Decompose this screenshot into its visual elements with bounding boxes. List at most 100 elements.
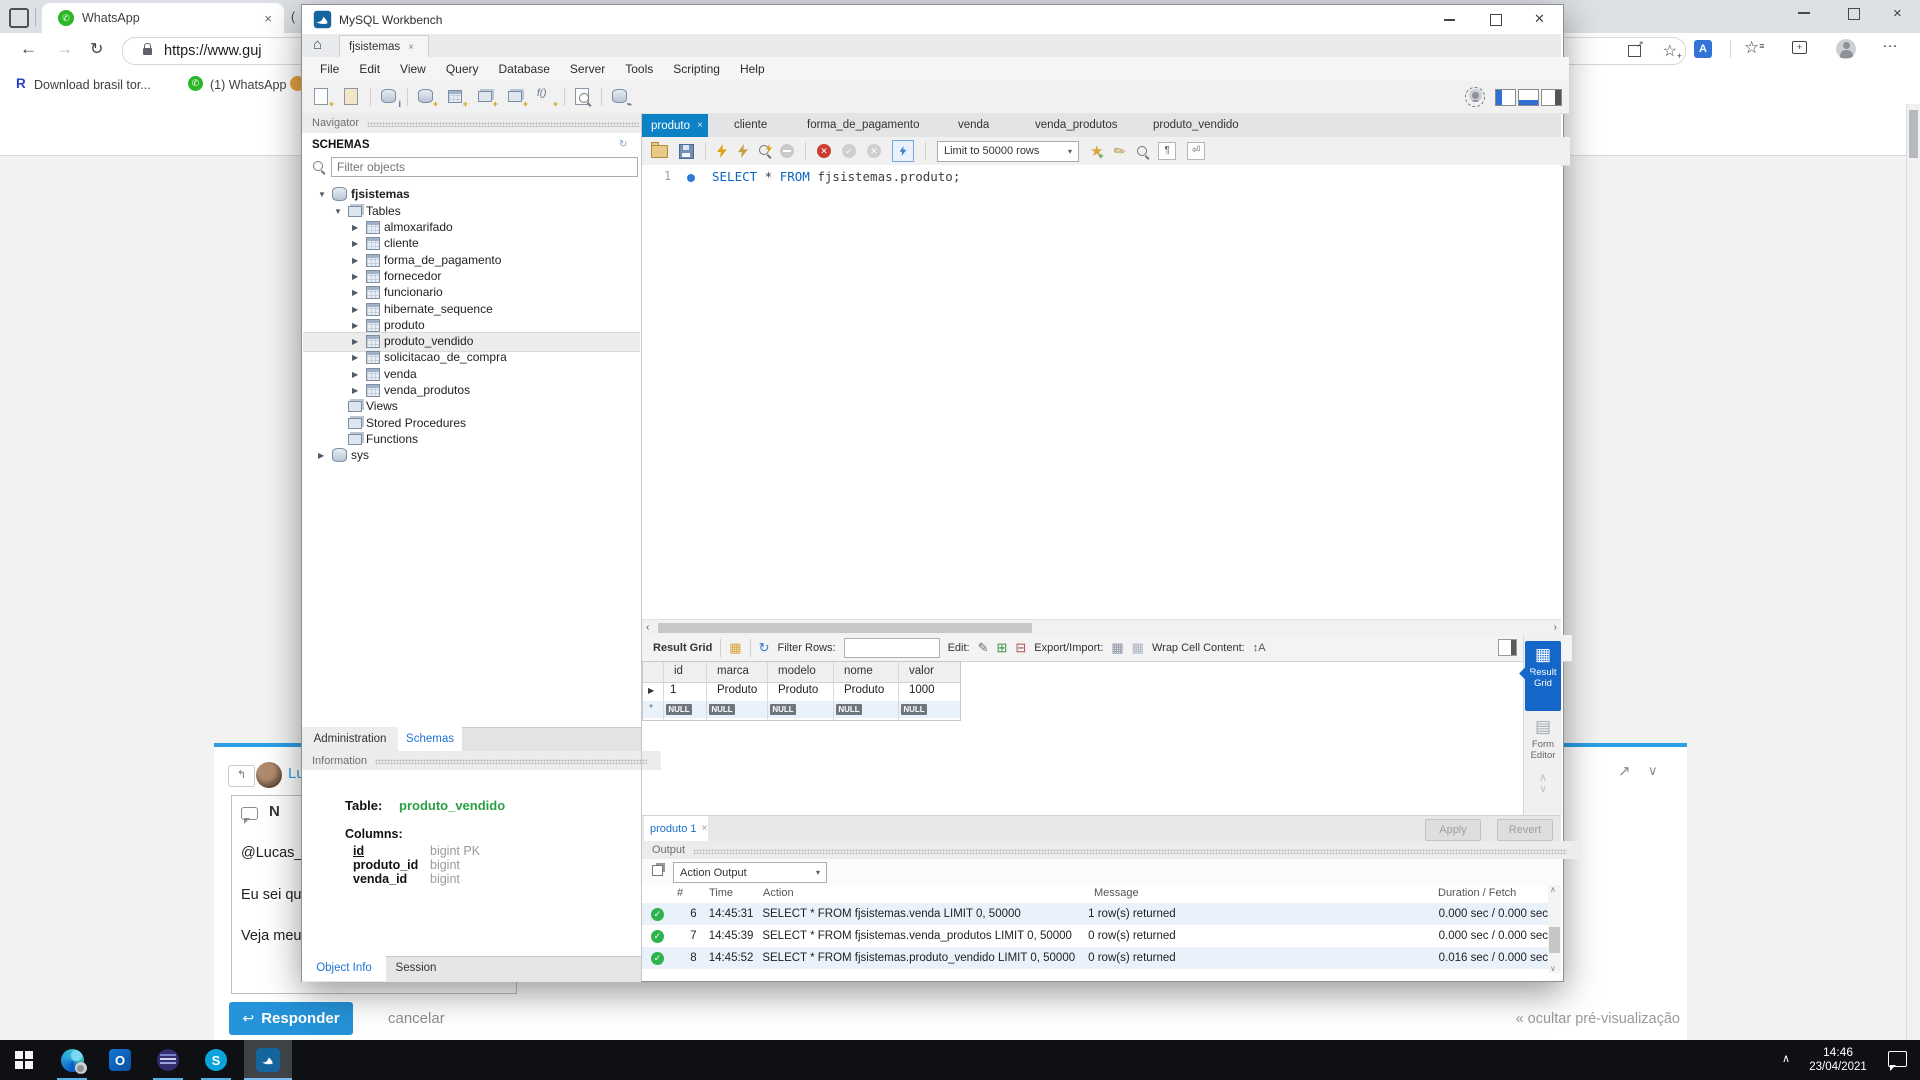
taskbar-outlook-button[interactable]: O: [96, 1040, 144, 1080]
tab-actions-icon[interactable]: [9, 8, 29, 28]
grid-new-row[interactable]: * NULL NULL NULL NULL NULL: [643, 701, 960, 718]
create-table-icon[interactable]: +: [444, 86, 468, 108]
form-editor-view-button[interactable]: ▤ Form Editor: [1525, 717, 1561, 761]
wb-minimize-icon[interactable]: [1444, 19, 1455, 21]
create-view-icon[interactable]: +: [474, 86, 498, 108]
back-icon[interactable]: ←: [20, 39, 37, 59]
tree-item-tables[interactable]: ▼ Tables: [334, 203, 401, 219]
tree-item-functions[interactable]: Functions: [348, 431, 418, 447]
connection-tab[interactable]: fjsistemas ×: [339, 35, 429, 58]
filter-objects-input[interactable]: [331, 157, 638, 177]
limit-rows-dropdown[interactable]: Limit to 50000 rows ▾: [937, 141, 1079, 162]
taskbar-clock[interactable]: 14:46 23/04/2021: [1798, 1045, 1878, 1075]
output-row[interactable]: ✓ 7 14:45:39 SELECT * FROM fjsistemas.ve…: [642, 925, 1548, 947]
query-tab[interactable]: cliente: [734, 119, 767, 131]
tree-item-table[interactable]: ▶venda_produtos: [352, 382, 470, 398]
execute-icon[interactable]: [717, 144, 727, 158]
export-icon[interactable]: ▦: [1111, 640, 1123, 656]
menu-tools[interactable]: Tools: [615, 62, 663, 76]
output-row[interactable]: ✓ 6 14:45:31 SELECT * FROM fjsistemas.ve…: [642, 903, 1548, 925]
browser-tab-whatsapp[interactable]: ✆ WhatsApp ×: [42, 3, 284, 33]
hscrollbar-thumb[interactable]: [658, 623, 1032, 633]
tab-administration[interactable]: Administration: [302, 727, 399, 751]
save-snippet-icon[interactable]: ★+: [1090, 142, 1103, 160]
scroll-up-icon[interactable]: ∧: [1550, 885, 1556, 894]
query-tab-close-icon[interactable]: ×: [697, 120, 703, 131]
grid-view-icon[interactable]: ▦: [729, 640, 741, 656]
sidebar-scroll-icons[interactable]: ∧∨: [1525, 773, 1561, 795]
revert-button[interactable]: Revert: [1497, 819, 1553, 841]
menu-scripting[interactable]: Scripting: [663, 62, 730, 76]
composer-bold-letter[interactable]: N: [269, 803, 280, 820]
schemas-refresh-icon[interactable]: ↻: [619, 139, 627, 150]
grid-col-header[interactable]: marca: [717, 665, 749, 677]
grid-col-header[interactable]: id: [674, 665, 683, 677]
output-col-time[interactable]: Time: [709, 887, 733, 899]
wb-title-bar[interactable]: [302, 5, 1561, 34]
hide-preview-link[interactable]: « ocultar pré-visualização: [1350, 1011, 1680, 1027]
tree-item-table-selected[interactable]: ▶produto_vendido: [352, 333, 473, 349]
chevron-down-icon[interactable]: ▼: [318, 190, 328, 199]
tab-schemas[interactable]: Schemas: [398, 727, 462, 751]
create-schema-icon[interactable]: +: [414, 86, 438, 108]
save-script-icon[interactable]: [679, 144, 694, 159]
tree-item-table[interactable]: ▶fornecedor: [352, 268, 441, 284]
search-data-icon[interactable]: [571, 86, 595, 108]
reply-button[interactable]: ↩ Responder: [229, 1002, 353, 1035]
browser-close-icon[interactable]: ×: [1893, 5, 1902, 22]
tree-item-views[interactable]: Views: [348, 398, 398, 414]
import-icon[interactable]: ▦: [1132, 640, 1144, 656]
grid-col-header[interactable]: nome: [844, 665, 873, 677]
tree-item-table[interactable]: ▶solicitacao_de_compra: [352, 349, 507, 365]
query-tab[interactable]: forma_de_pagamento: [807, 119, 920, 131]
translate-icon[interactable]: A: [1694, 40, 1712, 58]
tree-item-table[interactable]: ▶produto: [352, 317, 425, 333]
result-grid-view-button[interactable]: ▦ Result Grid: [1525, 641, 1561, 711]
output-scrollbar-thumb[interactable]: [1549, 927, 1560, 953]
grid-col-header[interactable]: valor: [909, 665, 934, 677]
home-icon[interactable]: ⌂: [313, 36, 322, 53]
grid-data-row[interactable]: ▶ 1 Produto Produto Produto 1000: [643, 682, 960, 701]
apply-button[interactable]: Apply: [1425, 819, 1481, 841]
tree-item-table[interactable]: ▶forma_de_pagamento: [352, 252, 501, 268]
sql-code-area[interactable]: 1 SELECT * FROM fjsistemas.produto;: [642, 165, 1561, 619]
grid-col-header[interactable]: modelo: [778, 665, 816, 677]
browser-minimize-icon[interactable]: [1798, 12, 1810, 14]
chevron-down-icon[interactable]: ▼: [334, 207, 344, 216]
profile-avatar[interactable]: [1836, 39, 1856, 59]
tree-item-table[interactable]: ▶funcionario: [352, 284, 443, 300]
collapse-composer-icon[interactable]: ∨: [1648, 763, 1658, 779]
favorites-icon[interactable]: ☆≡: [1744, 38, 1765, 58]
menu-query[interactable]: Query: [436, 62, 489, 76]
create-function-icon[interactable]: f()+: [534, 86, 558, 108]
menu-help[interactable]: Help: [730, 62, 775, 76]
wb-maximize-icon[interactable]: [1490, 14, 1502, 26]
query-tab[interactable]: venda_produtos: [1035, 119, 1117, 131]
chevron-right-icon[interactable]: ▶: [318, 451, 328, 460]
scroll-right-icon[interactable]: ›: [1554, 622, 1557, 633]
tab-object-info[interactable]: Object Info: [302, 956, 386, 981]
quote-icon[interactable]: [241, 807, 258, 820]
more-menu-icon[interactable]: …: [1882, 34, 1898, 52]
browser-restore-icon[interactable]: [1848, 8, 1860, 20]
open-file-icon[interactable]: [651, 145, 668, 158]
bookmark-item[interactable]: Download brasil tor...: [34, 78, 151, 92]
add-favorite-icon[interactable]: ☆+: [1663, 41, 1677, 61]
partial-next-tab[interactable]: (: [291, 10, 295, 24]
open-sql-script-icon[interactable]: [340, 86, 364, 108]
tree-item-schema[interactable]: ▼ fjsistemas: [318, 186, 410, 202]
menu-view[interactable]: View: [390, 62, 436, 76]
output-row[interactable]: ✓ 8 14:45:52 SELECT * FROM fjsistemas.pr…: [642, 947, 1548, 969]
output-scrollbar[interactable]: ∧ ∨: [1548, 885, 1561, 973]
edit-pencil-icon[interactable]: ✎: [978, 640, 989, 656]
output-col-num[interactable]: #: [677, 887, 683, 899]
create-procedure-icon[interactable]: +: [504, 86, 528, 108]
bookmark-item[interactable]: (1) WhatsApp: [210, 78, 286, 92]
action-center-icon[interactable]: [1888, 1051, 1907, 1067]
menu-file[interactable]: File: [310, 62, 349, 76]
tree-item-table[interactable]: ▶venda: [352, 366, 417, 382]
scrollbar-thumb[interactable]: [1909, 110, 1918, 158]
forward-icon[interactable]: →: [56, 39, 73, 59]
add-row-icon[interactable]: ⊞: [996, 640, 1007, 656]
forum-avatar[interactable]: [256, 762, 282, 788]
